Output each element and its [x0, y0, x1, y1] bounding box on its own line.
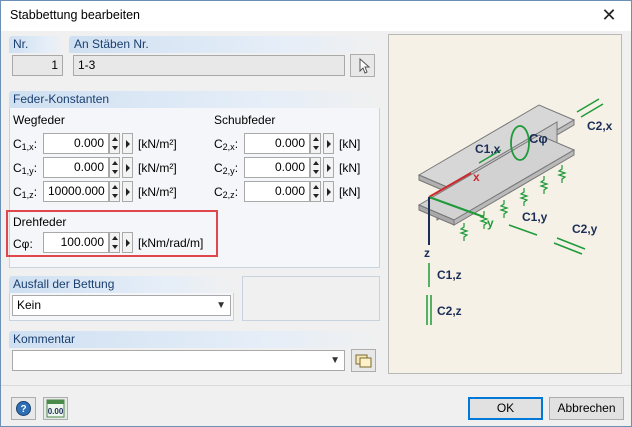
comment-title: Kommentar	[13, 332, 76, 346]
chevron-down-icon: ▼	[330, 355, 340, 366]
label-c2x: C2,x	[587, 119, 613, 133]
c1z-unit: [kN/m²]	[138, 185, 177, 199]
failure-title: Ausfall der Bettung	[13, 277, 115, 291]
c2y-label: C2,y:	[214, 161, 239, 176]
c1y-unit: [kN/m²]	[138, 161, 177, 175]
c1z-spinner[interactable]	[109, 181, 120, 202]
label-c2z: C2,z	[437, 304, 462, 318]
c2z-label: C2,z:	[214, 185, 239, 200]
label-cphi: Cφ	[529, 131, 548, 146]
beam-diagram-svg: C1,x Cφ C2,x x y z C1,y C2,y C1,z C2,z	[417, 98, 613, 325]
c1y-label: C1,y:	[13, 161, 38, 176]
cancel-button[interactable]: Abbrechen	[549, 397, 624, 420]
window-title: Stabbettung bearbeiten	[10, 8, 140, 22]
c2x-label: C2,x:	[214, 137, 239, 152]
label-c2y: C2,y	[572, 222, 598, 236]
label-y: y	[487, 216, 494, 230]
c2x-spinner[interactable]	[310, 133, 321, 154]
empty-panel	[242, 276, 380, 321]
nr-field[interactable]: 1	[12, 55, 63, 76]
svg-text:0.00: 0.00	[48, 407, 64, 416]
c1y-input[interactable]: 0.000	[43, 157, 109, 178]
label-c1x: C1,x	[475, 142, 501, 156]
c2x-arrow-button[interactable]	[323, 133, 334, 154]
cphi-unit: [kNm/rad/m]	[138, 236, 204, 250]
c1x-spinner[interactable]	[109, 133, 120, 154]
c2z-arrow-button[interactable]	[323, 181, 334, 202]
copy-icon	[355, 354, 372, 368]
c2y-arrow-button[interactable]	[323, 157, 334, 178]
failure-select-value: Kein	[17, 298, 42, 312]
close-icon[interactable]: ✕	[595, 4, 623, 28]
help-button[interactable]: ?	[11, 397, 36, 420]
c2z-unit: [kN]	[339, 185, 361, 199]
units-icon: 0.00	[46, 399, 65, 418]
svg-text:?: ?	[20, 404, 26, 415]
cphi-label: Cφ:	[13, 237, 33, 251]
nr-label: Nr.	[13, 37, 29, 51]
c2y-input[interactable]: 0.000	[244, 157, 310, 178]
rotational-title: Drehfeder	[13, 215, 67, 229]
c1y-arrow-button[interactable]	[122, 157, 133, 178]
footer-divider	[1, 385, 631, 386]
cphi-arrow-button[interactable]	[122, 232, 133, 253]
members-label: An Stäben Nr.	[74, 37, 149, 51]
c2y-unit: [kN]	[339, 161, 361, 175]
c2z-spinner[interactable]	[310, 181, 321, 202]
failure-select[interactable]: Kein ▼	[12, 295, 231, 316]
cursor-pick-icon	[359, 57, 371, 74]
c1x-input[interactable]: 0.000	[43, 133, 109, 154]
c1z-arrow-button[interactable]	[122, 181, 133, 202]
springs-title: Feder-Konstanten	[13, 92, 110, 106]
c2y-spinner[interactable]	[310, 157, 321, 178]
title-bar: Stabbettung bearbeiten ✕	[1, 1, 631, 31]
chevron-down-icon: ▼	[216, 300, 226, 311]
c1x-label: C1,x:	[13, 137, 38, 152]
comment-input[interactable]: ▼	[12, 350, 345, 371]
c1x-arrow-button[interactable]	[122, 133, 133, 154]
dialog-window: Stabbettung bearbeiten ✕ Nr. 1 An Stäben…	[0, 0, 632, 427]
c1x-unit: [kN/m²]	[138, 137, 177, 151]
label-x: x	[473, 170, 480, 184]
label-z: z	[424, 246, 430, 260]
c2x-input[interactable]: 0.000	[244, 133, 310, 154]
c1z-label: C1,z:	[13, 185, 38, 200]
c2z-input[interactable]: 0.000	[244, 181, 310, 202]
comment-library-button[interactable]	[351, 349, 376, 372]
label-c1z: C1,z	[437, 268, 462, 282]
c2x-unit: [kN]	[339, 137, 361, 151]
displacement-title: Wegfeder	[13, 113, 65, 127]
cphi-spinner[interactable]	[109, 232, 120, 253]
help-icon: ?	[16, 401, 31, 416]
pick-members-button[interactable]	[350, 54, 375, 77]
c1z-input[interactable]: 10000.000	[43, 181, 109, 202]
units-button[interactable]: 0.00	[43, 397, 68, 420]
label-c1y: C1,y	[522, 210, 548, 224]
bedding-diagram: C1,x Cφ C2,x x y z C1,y C2,y C1,z C2,z	[388, 34, 622, 374]
cphi-input[interactable]: 100.000	[43, 232, 109, 253]
ok-button[interactable]: OK	[468, 397, 543, 420]
members-field[interactable]: 1-3	[73, 55, 345, 76]
shear-title: Schubfeder	[214, 113, 276, 127]
c1y-spinner[interactable]	[109, 157, 120, 178]
